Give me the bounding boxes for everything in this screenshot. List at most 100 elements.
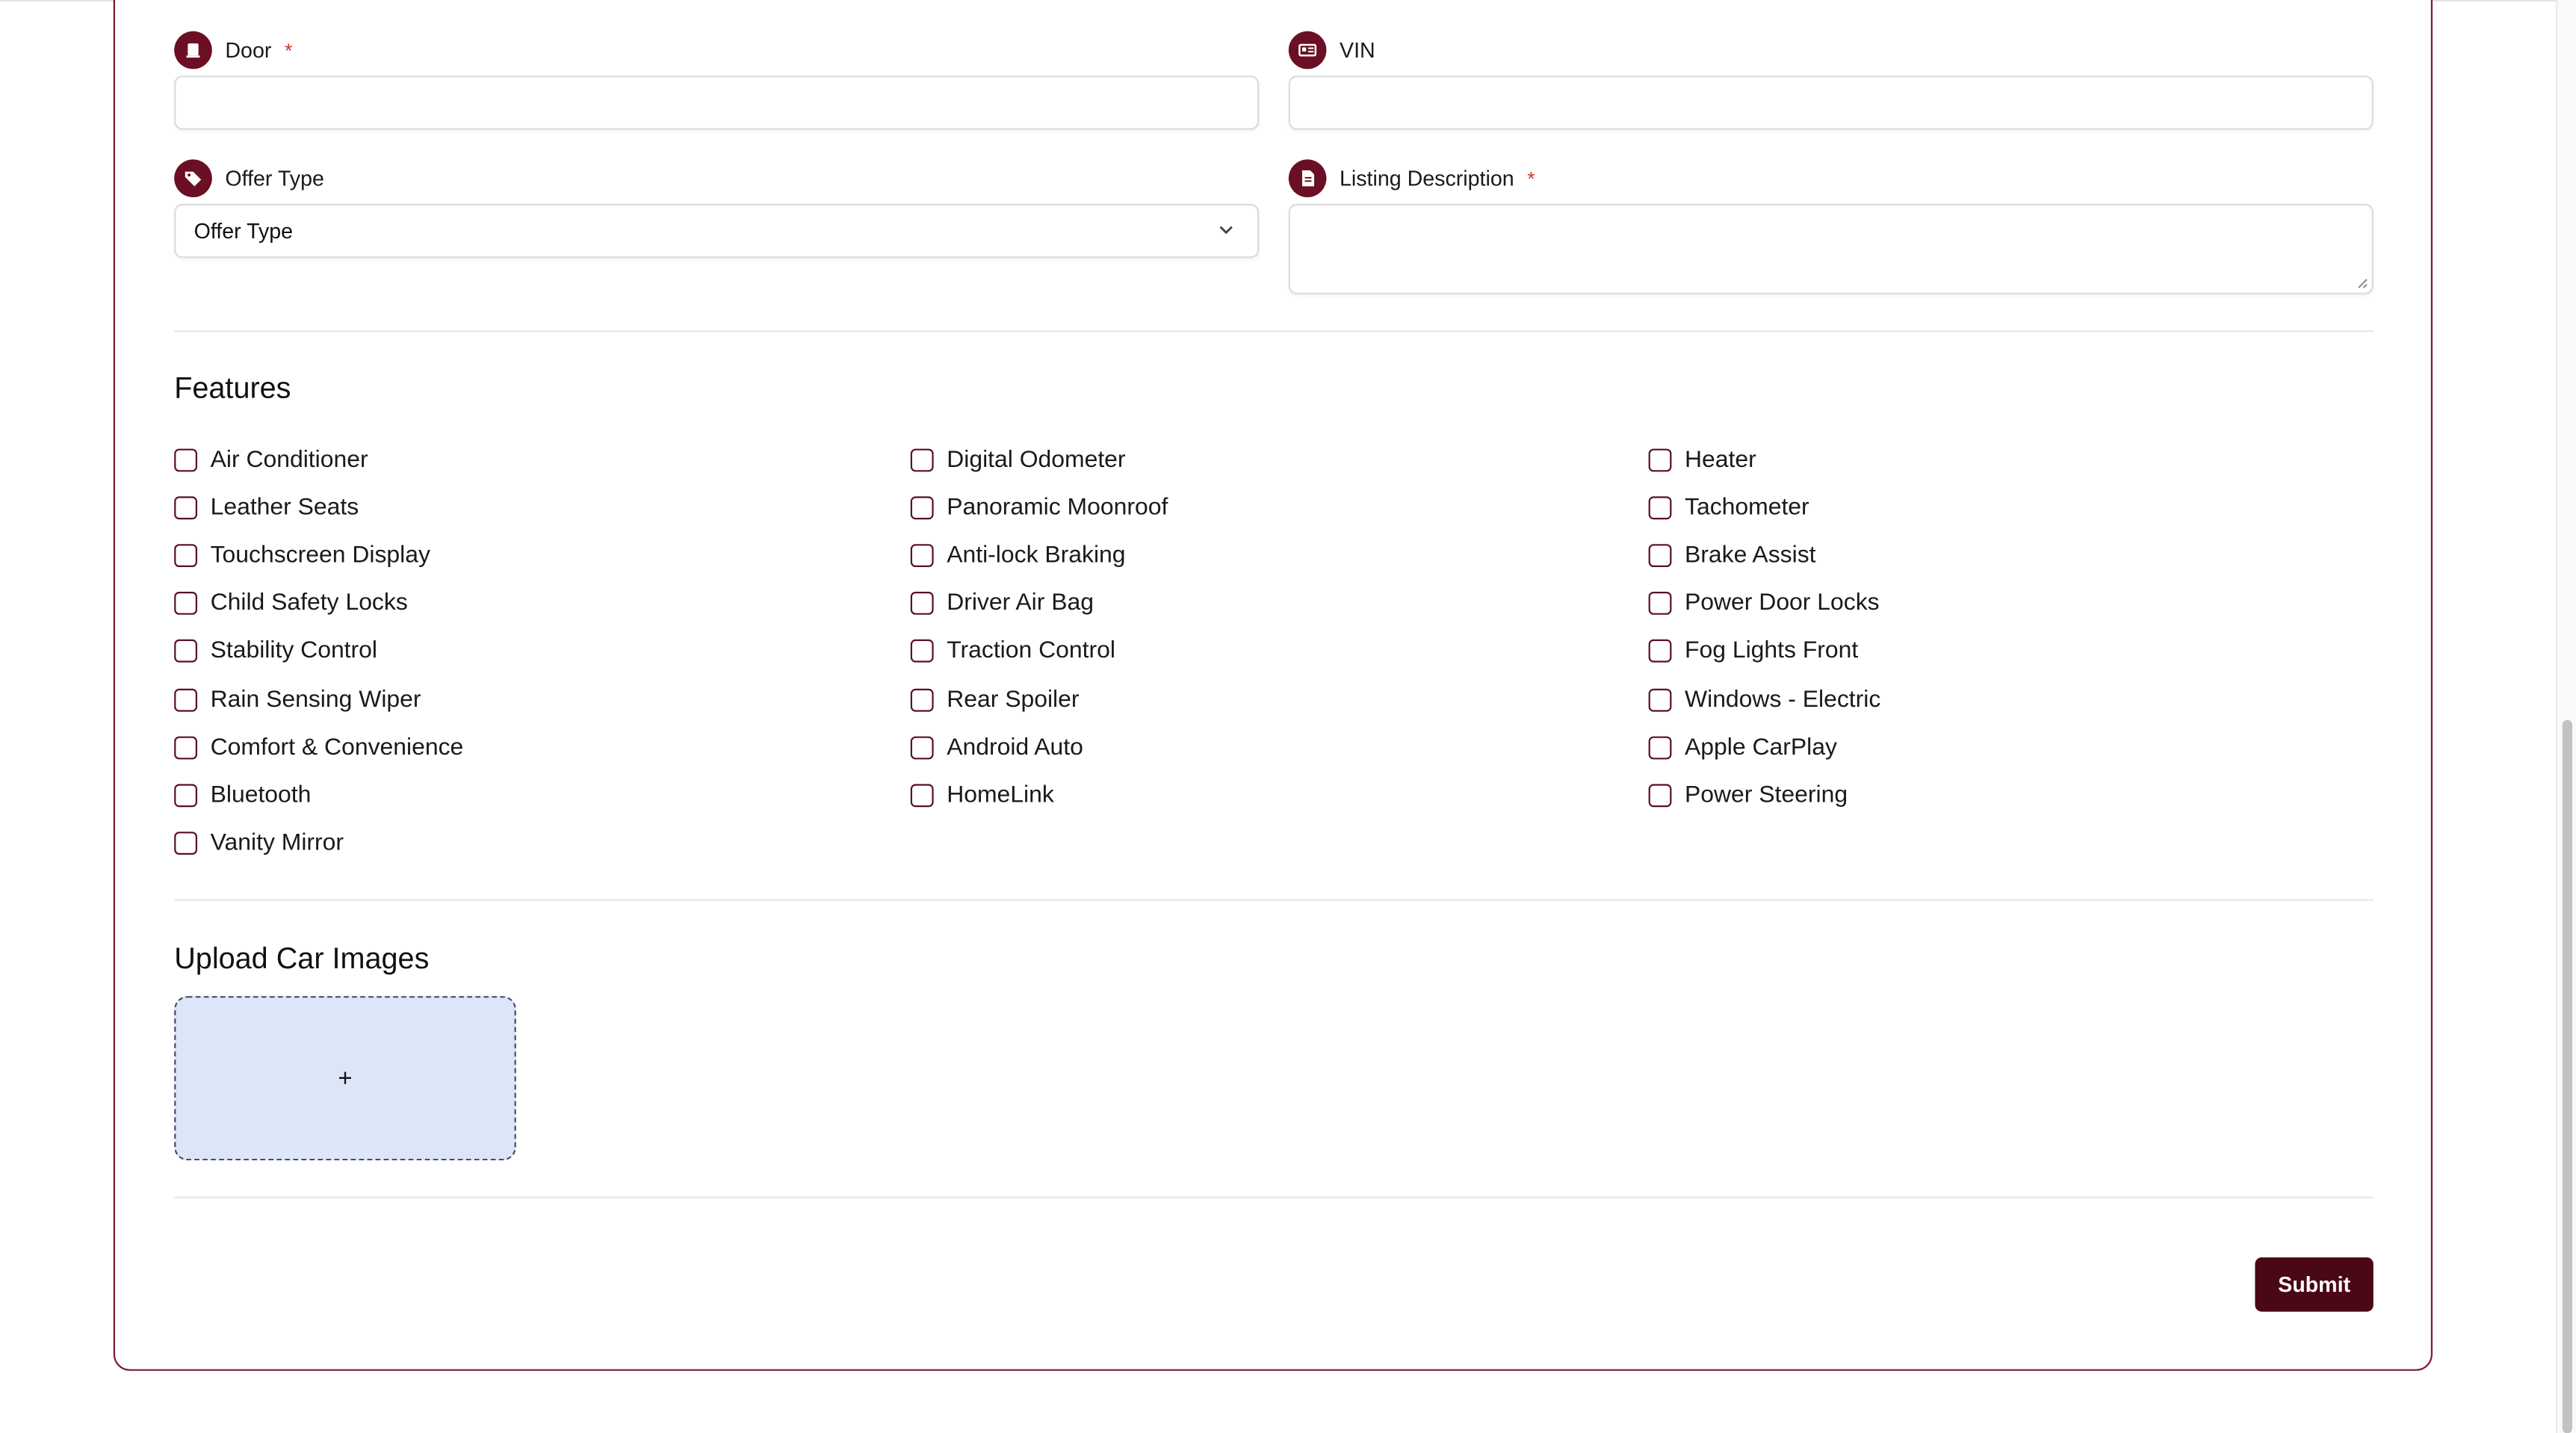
feature-label: Rear Spoiler [947, 686, 1080, 713]
feature-label: Android Auto [947, 734, 1083, 761]
feature-label: Windows - Electric [1685, 686, 1881, 713]
door-icon [174, 31, 212, 69]
feature-checkbox-item[interactable]: Anti-lock Braking [910, 542, 1126, 569]
feature-label: Bluetooth [210, 782, 312, 808]
feature-checkbox-item[interactable]: Air Conditioner [174, 447, 368, 474]
feature-checkbox-item[interactable]: Driver Air Bag [910, 590, 1094, 617]
feature-checkbox[interactable] [174, 592, 197, 616]
feature-checkbox[interactable] [910, 496, 934, 520]
door-label: Door [225, 37, 272, 63]
feature-checkbox-item[interactable]: Digital Odometer [910, 447, 1126, 474]
feature-checkbox-item[interactable]: Tachometer [1648, 495, 1809, 521]
scrollbar-thumb[interactable] [2562, 719, 2572, 1433]
feature-checkbox[interactable] [910, 783, 934, 807]
section-divider [174, 899, 2374, 901]
feature-checkbox-item[interactable]: Stability Control [174, 638, 378, 665]
listing-description-textarea[interactable] [1288, 203, 2374, 294]
feature-label: Apple CarPlay [1685, 734, 1837, 761]
feature-label: Driver Air Bag [947, 590, 1094, 617]
document-icon [1288, 159, 1327, 197]
offer-type-label: Offer Type [225, 166, 324, 191]
section-divider [174, 1196, 2374, 1198]
upload-dropzone[interactable]: + [174, 996, 516, 1161]
feature-checkbox[interactable] [1648, 735, 1672, 759]
feature-checkbox-item[interactable]: Panoramic Moonroof [910, 495, 1168, 521]
feature-label: Rain Sensing Wiper [210, 686, 421, 713]
feature-label: Fog Lights Front [1685, 638, 1859, 665]
upload-title: Upload Car Images [174, 941, 430, 975]
feature-label: Vanity Mirror [210, 829, 344, 856]
feature-checkbox-item[interactable]: Windows - Electric [1648, 686, 1881, 713]
offer-type-select[interactable]: Offer Type [174, 203, 1260, 259]
feature-checkbox-item[interactable]: Power Door Locks [1648, 590, 1880, 617]
listing-description-required-mark: * [1527, 167, 1535, 191]
feature-checkbox-item[interactable]: Comfort & Convenience [174, 734, 463, 761]
id-card-icon [1288, 31, 1327, 69]
feature-label: Stability Control [210, 638, 378, 665]
feature-checkbox-item[interactable]: Traction Control [910, 638, 1115, 665]
feature-checkbox[interactable] [174, 831, 197, 855]
resize-handle-icon[interactable] [2356, 276, 2369, 290]
feature-checkbox[interactable] [174, 544, 197, 568]
feature-checkbox-item[interactable]: Heater [1648, 447, 1756, 474]
feature-label: Leather Seats [210, 495, 359, 521]
feature-checkbox[interactable] [910, 592, 934, 616]
feature-label: Child Safety Locks [210, 590, 408, 617]
door-label-group: Door * [174, 31, 292, 69]
feature-label: Panoramic Moonroof [947, 495, 1168, 521]
feature-checkbox-item[interactable]: Child Safety Locks [174, 590, 408, 617]
feature-label: Comfort & Convenience [210, 734, 464, 761]
feature-checkbox[interactable] [910, 544, 934, 568]
feature-checkbox[interactable] [174, 496, 197, 520]
vin-label: VIN [1340, 37, 1375, 63]
features-title: Features [174, 371, 291, 405]
feature-checkbox-item[interactable]: Bluetooth [174, 782, 311, 808]
section-divider [174, 330, 2374, 332]
feature-checkbox[interactable] [174, 640, 197, 663]
feature-checkbox-item[interactable]: Vanity Mirror [174, 830, 344, 856]
feature-checkbox[interactable] [1648, 496, 1672, 520]
feature-label: Anti-lock Braking [947, 542, 1126, 569]
tag-icon [174, 159, 212, 197]
feature-checkbox-item[interactable]: Power Steering [1648, 782, 1848, 808]
feature-checkbox[interactable] [1648, 640, 1672, 663]
feature-checkbox[interactable] [1648, 592, 1672, 616]
feature-checkbox-item[interactable]: Fog Lights Front [1648, 638, 1859, 665]
feature-checkbox-item[interactable]: Android Auto [910, 734, 1083, 761]
feature-checkbox[interactable] [174, 783, 197, 807]
feature-checkbox-item[interactable]: Rain Sensing Wiper [174, 687, 421, 713]
feature-label: Power Door Locks [1685, 590, 1880, 617]
feature-checkbox-item[interactable]: HomeLink [910, 782, 1054, 808]
feature-checkbox[interactable] [174, 687, 197, 711]
feature-checkbox[interactable] [910, 448, 934, 472]
feature-checkbox[interactable] [1648, 687, 1672, 711]
feature-label: Brake Assist [1685, 542, 1816, 569]
vertical-scrollbar[interactable] [2556, 0, 2576, 1433]
feature-label: Power Steering [1685, 782, 1848, 808]
door-required-mark: * [285, 38, 293, 62]
feature-checkbox-item[interactable]: Brake Assist [1648, 542, 1816, 569]
add-icon: + [338, 1064, 353, 1092]
feature-checkbox[interactable] [174, 735, 197, 759]
door-input[interactable] [174, 75, 1260, 130]
feature-checkbox[interactable] [1648, 544, 1672, 568]
feature-checkbox-item[interactable]: Touchscreen Display [174, 542, 430, 569]
submit-button[interactable]: Submit [2255, 1257, 2374, 1312]
feature-label: Heater [1685, 447, 1756, 474]
offer-type-label-group: Offer Type [174, 159, 324, 197]
feature-checkbox[interactable] [910, 735, 934, 759]
listing-description-label-group: Listing Description * [1288, 159, 1535, 197]
feature-checkbox[interactable] [910, 687, 934, 711]
feature-checkbox-item[interactable]: Leather Seats [174, 495, 359, 521]
feature-label: Digital Odometer [947, 447, 1126, 474]
vin-input[interactable] [1288, 75, 2374, 130]
feature-checkbox[interactable] [1648, 783, 1672, 807]
feature-checkbox-item[interactable]: Apple CarPlay [1648, 734, 1837, 761]
feature-label: Air Conditioner [210, 447, 368, 474]
feature-label: Traction Control [947, 638, 1115, 665]
feature-checkbox[interactable] [174, 448, 197, 472]
feature-checkbox[interactable] [910, 640, 934, 663]
feature-checkbox-item[interactable]: Rear Spoiler [910, 686, 1080, 713]
feature-label: HomeLink [947, 782, 1054, 808]
feature-checkbox[interactable] [1648, 448, 1672, 472]
